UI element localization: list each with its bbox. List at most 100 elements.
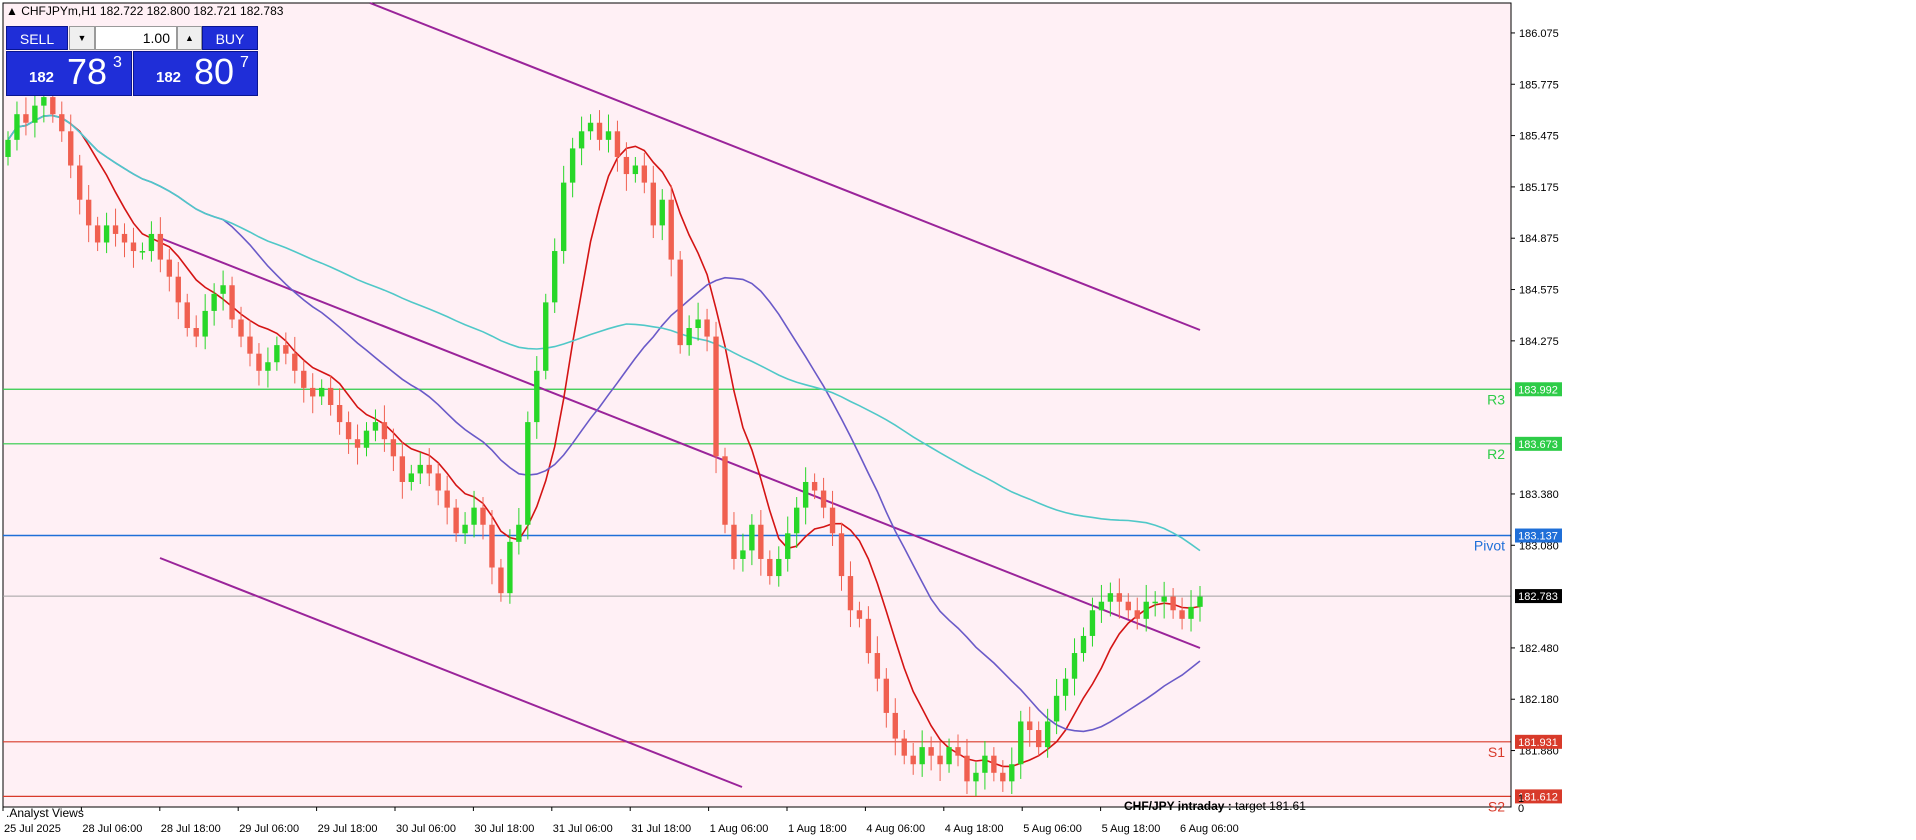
- candle-body: [605, 131, 612, 140]
- candle-body: [32, 105, 38, 123]
- buy-button[interactable]: BUY: [202, 26, 258, 50]
- candle-body: [507, 541, 513, 594]
- candle-body: [292, 353, 298, 371]
- price-chart[interactable]: 186.075 185.775 185.475 185.175 184.875 184.5…: [0, 0, 1916, 840]
- candle-body: [85, 199, 92, 226]
- y-tick-label: 182.480: [1519, 643, 1559, 655]
- candle-body: [193, 328, 199, 337]
- candle-body: [1009, 764, 1015, 782]
- candle-body: [77, 165, 83, 200]
- candle[interactable]: [713, 321, 719, 474]
- candle-body: [175, 276, 181, 303]
- candle-body: [650, 182, 656, 226]
- candle-body: [955, 747, 961, 756]
- candle-body: [1035, 730, 1042, 748]
- candle-body: [982, 755, 988, 773]
- candle-body: [677, 259, 683, 346]
- candle-body: [498, 567, 504, 594]
- plot-background: [2, 2, 1512, 808]
- candle-body: [731, 524, 737, 559]
- candle-body: [103, 225, 110, 243]
- candle-body: [274, 345, 280, 363]
- x-tick-label: 29 Jul 06:00: [239, 823, 299, 835]
- candle-body: [973, 772, 979, 782]
- candle-body: [740, 550, 746, 559]
- candle-body: [229, 285, 235, 320]
- candle-body: [910, 755, 916, 765]
- candle-body: [838, 533, 845, 577]
- candle-body: [247, 336, 253, 354]
- current-price-label: 182.783: [1518, 591, 1558, 603]
- x-tick-label: 4 Aug 18:00: [945, 823, 1004, 835]
- candle-body: [811, 481, 818, 491]
- candle-body: [1116, 593, 1123, 602]
- lot-increase-button[interactable]: ▲: [177, 26, 202, 50]
- x-tick-label: 28 Jul 18:00: [161, 823, 221, 835]
- x-tick-label: 1 Aug 06:00: [710, 823, 769, 835]
- candle-body: [937, 755, 943, 765]
- candle-body: [435, 473, 441, 491]
- x-tick-label: 30 Jul 18:00: [474, 823, 534, 835]
- candle-body: [668, 199, 674, 260]
- candle-body: [354, 439, 361, 448]
- sell-button[interactable]: SELL: [6, 26, 68, 50]
- candle-body: [659, 199, 665, 226]
- candle-body: [372, 422, 379, 431]
- candle-body: [901, 738, 907, 756]
- candle-body: [5, 139, 11, 157]
- candle-body: [345, 422, 352, 440]
- candle-body: [1080, 635, 1087, 654]
- candle-body: [318, 387, 325, 397]
- candle-body: [1170, 596, 1176, 611]
- candle-body: [480, 507, 486, 525]
- candle[interactable]: [525, 411, 531, 540]
- level-name-s2: S2: [1488, 798, 1505, 814]
- candle-body: [946, 747, 952, 765]
- candle-body: [121, 233, 128, 243]
- candle[interactable]: [677, 251, 683, 354]
- candle-body: [327, 387, 334, 405]
- y-tick-label: 184.575: [1519, 285, 1559, 297]
- sell-price-box[interactable]: 182 78 3: [6, 51, 132, 96]
- candle-body: [802, 481, 809, 508]
- candle-body: [94, 225, 101, 243]
- candle-body: [1000, 772, 1006, 782]
- candle-body: [1071, 653, 1078, 679]
- analyst-views-label[interactable]: .Analyst Views: [6, 806, 84, 820]
- candle[interactable]: [543, 293, 549, 380]
- level-name-s1: S1: [1488, 744, 1505, 760]
- buy-price-box[interactable]: 182 80 7: [133, 51, 258, 96]
- lot-decrease-button[interactable]: ▼: [69, 26, 95, 50]
- candle-body: [641, 165, 648, 183]
- candle-body: [1152, 601, 1158, 604]
- candle-body: [552, 251, 558, 303]
- candle-body: [489, 524, 495, 568]
- y-tick-label: 184.875: [1519, 233, 1559, 245]
- x-tick-label: 30 Jul 06:00: [396, 823, 456, 835]
- candle-body: [68, 131, 74, 166]
- candle-body: [41, 97, 47, 106]
- candle-body: [112, 225, 119, 234]
- x-tick-label: 5 Aug 06:00: [1023, 823, 1082, 835]
- candle-body: [928, 747, 934, 756]
- level-name-pivot: Pivot: [1474, 538, 1505, 554]
- candle-body: [417, 464, 423, 474]
- candle-body: [587, 122, 594, 132]
- y-tick-label: 186.075: [1519, 28, 1559, 40]
- x-tick-label: 31 Jul 18:00: [631, 823, 691, 835]
- candle-body: [623, 156, 630, 175]
- candle-body: [14, 114, 20, 140]
- x-tick-label: 4 Aug 06:00: [866, 823, 925, 835]
- candle-body: [1044, 721, 1051, 748]
- candle-body: [1125, 601, 1131, 611]
- candle-body: [695, 319, 701, 329]
- candle-body: [220, 285, 226, 294]
- candle-body: [1134, 610, 1140, 619]
- candle-body: [892, 712, 898, 739]
- candle-body: [399, 456, 406, 482]
- lot-size-input[interactable]: [95, 26, 177, 50]
- x-tick-label: 5 Aug 18:00: [1102, 823, 1161, 835]
- candle[interactable]: [722, 447, 728, 534]
- buy-price-big: 80: [194, 51, 235, 92]
- candle-body: [758, 524, 764, 559]
